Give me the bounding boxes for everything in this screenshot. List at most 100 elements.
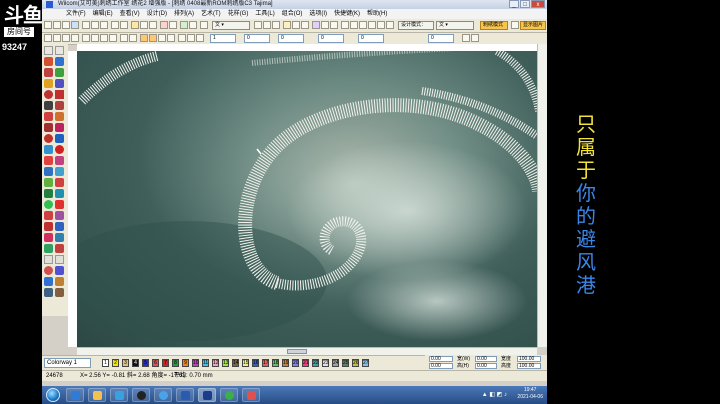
sequence-icon[interactable] bbox=[350, 21, 358, 29]
rotate-icon[interactable] bbox=[71, 34, 79, 42]
tie-tool-icon[interactable] bbox=[44, 178, 53, 187]
color-swatch-8[interactable]: 8 bbox=[172, 359, 179, 367]
taskbar-stream[interactable] bbox=[242, 388, 260, 402]
menu-pattern[interactable]: 花样(G) bbox=[228, 9, 249, 19]
mirror-icon[interactable] bbox=[82, 34, 90, 42]
close-button[interactable]: x bbox=[531, 0, 545, 8]
show-stitches-icon[interactable] bbox=[180, 21, 188, 29]
y-field[interactable]: 0.00 bbox=[429, 363, 453, 369]
group-icon[interactable] bbox=[120, 34, 128, 42]
polygon-icon[interactable] bbox=[62, 34, 70, 42]
taskbar-browser[interactable] bbox=[154, 388, 172, 402]
show-image-button[interactable]: 显示图片 bbox=[520, 21, 546, 30]
color-swatch-2[interactable]: 2 bbox=[112, 359, 119, 367]
vertical-scrollbar[interactable] bbox=[537, 44, 547, 347]
color-swatch-26[interactable]: 26 bbox=[352, 359, 359, 367]
color-swatch-17[interactable]: 17 bbox=[262, 359, 269, 367]
menu-tools[interactable]: 工具(L) bbox=[255, 9, 274, 19]
font-combo[interactable]: 文 ▾ bbox=[212, 21, 250, 30]
baseline-icon[interactable] bbox=[292, 21, 300, 29]
column-b-tool-icon[interactable] bbox=[55, 57, 64, 66]
color-tool-icon[interactable] bbox=[44, 134, 53, 143]
menu-file[interactable]: 文件(F) bbox=[66, 9, 86, 19]
taskbar-qq[interactable] bbox=[132, 388, 150, 402]
measure-icon[interactable] bbox=[200, 21, 208, 29]
array-tool-icon[interactable] bbox=[55, 277, 64, 286]
net-tool-icon[interactable] bbox=[44, 244, 53, 253]
width-pct-field[interactable]: 100.00 bbox=[517, 356, 541, 362]
open-file-icon[interactable] bbox=[53, 21, 61, 29]
stitch-player-icon[interactable] bbox=[160, 21, 168, 29]
circle-tool-icon[interactable] bbox=[44, 90, 53, 99]
menu-options[interactable]: 选项(I) bbox=[309, 9, 327, 19]
taskbar-app[interactable] bbox=[220, 388, 238, 402]
trim-icon[interactable] bbox=[330, 21, 338, 29]
color-swatch-25[interactable]: 25 bbox=[342, 359, 349, 367]
pan-icon[interactable] bbox=[149, 21, 157, 29]
reset-icon[interactable] bbox=[471, 34, 479, 42]
hscroll-thumb[interactable] bbox=[287, 349, 307, 354]
switch-mode-button[interactable]: 刺绣模式 bbox=[480, 21, 508, 30]
hoop-tool-icon[interactable] bbox=[55, 288, 64, 297]
param-field-5[interactable]: 0 bbox=[358, 34, 384, 43]
unlock-icon[interactable] bbox=[109, 34, 117, 42]
param-field-4[interactable]: 0 bbox=[318, 34, 344, 43]
start-tool-icon[interactable] bbox=[44, 200, 53, 209]
run-icon[interactable] bbox=[158, 34, 166, 42]
spacing-icon[interactable] bbox=[301, 21, 309, 29]
color-swatch-20[interactable]: 20 bbox=[292, 359, 299, 367]
undo-icon[interactable] bbox=[111, 21, 119, 29]
pointer-tool-icon[interactable] bbox=[44, 46, 53, 55]
menu-help[interactable]: 帮助(H) bbox=[367, 9, 387, 19]
apply-icon[interactable] bbox=[462, 34, 470, 42]
reshape-icon[interactable] bbox=[386, 21, 394, 29]
width-field[interactable]: 0.00 bbox=[475, 356, 497, 362]
wave-tool-icon[interactable] bbox=[44, 167, 53, 176]
refresh-icon[interactable] bbox=[511, 21, 519, 29]
color-swatch-15[interactable]: 15 bbox=[242, 359, 249, 367]
end-tool-icon[interactable] bbox=[55, 200, 64, 209]
colorway-select[interactable]: Colorway 1 bbox=[44, 358, 91, 368]
height-pct-field[interactable]: 100.00 bbox=[517, 363, 541, 369]
x-field[interactable]: 0.00 bbox=[429, 356, 453, 362]
offset-tool-icon[interactable] bbox=[55, 222, 64, 231]
lock-icon[interactable] bbox=[100, 34, 108, 42]
color-swatch-21[interactable]: 21 bbox=[302, 359, 309, 367]
taskbar-media[interactable] bbox=[110, 388, 128, 402]
stitch-tool-icon[interactable] bbox=[44, 123, 53, 132]
color-swatch-16[interactable]: 16 bbox=[252, 359, 259, 367]
letter-icon[interactable] bbox=[283, 21, 291, 29]
param-field-2[interactable]: 0 bbox=[244, 34, 270, 43]
outline-tool-icon[interactable] bbox=[44, 222, 53, 231]
gradient-tool-icon[interactable] bbox=[44, 233, 53, 242]
ungroup-icon[interactable] bbox=[129, 34, 137, 42]
hoop-icon[interactable] bbox=[189, 21, 197, 29]
align-icon[interactable] bbox=[272, 21, 280, 29]
print-icon[interactable] bbox=[71, 21, 79, 29]
cross-tool-icon[interactable] bbox=[44, 211, 53, 220]
color-icon[interactable] bbox=[341, 21, 349, 29]
color-swatch-1[interactable]: 1 bbox=[102, 359, 109, 367]
satin-tool-icon[interactable] bbox=[44, 79, 53, 88]
paste-icon[interactable] bbox=[100, 21, 108, 29]
menu-view[interactable]: 查看(V) bbox=[120, 9, 140, 19]
underlay-icon[interactable] bbox=[167, 34, 175, 42]
cut-icon[interactable] bbox=[82, 21, 90, 29]
menu-art[interactable]: 艺术(T) bbox=[201, 9, 221, 19]
knife-tool-icon[interactable] bbox=[44, 145, 53, 154]
rect-tool-icon[interactable] bbox=[55, 90, 64, 99]
mode-combo[interactable]: 文 ▾ bbox=[436, 21, 474, 30]
menu-arrange[interactable]: 排列(A) bbox=[174, 9, 194, 19]
color-swatch-9[interactable]: 9 bbox=[182, 359, 189, 367]
zoom-icon[interactable] bbox=[131, 21, 139, 29]
complex-fill-icon[interactable] bbox=[44, 68, 53, 77]
zoom-out-icon[interactable] bbox=[140, 21, 148, 29]
branch-tool-icon[interactable] bbox=[44, 189, 53, 198]
start-button[interactable] bbox=[46, 388, 60, 402]
color-swatch-23[interactable]: 23 bbox=[322, 359, 329, 367]
color-swatch-27[interactable]: 27 bbox=[362, 359, 369, 367]
param-field-6[interactable]: 0 bbox=[428, 34, 454, 43]
param-field-3[interactable]: 0 bbox=[278, 34, 304, 43]
monogram-icon[interactable] bbox=[312, 21, 320, 29]
density-icon[interactable] bbox=[178, 34, 186, 42]
